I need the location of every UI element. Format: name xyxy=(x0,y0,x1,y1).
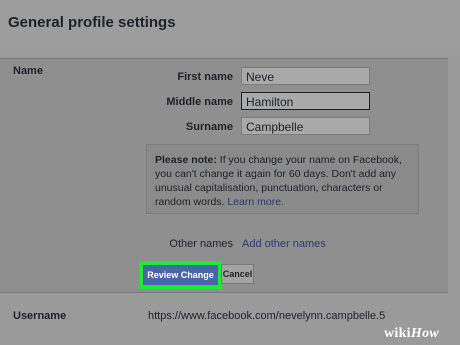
username-label: Username xyxy=(13,310,67,322)
wikihow-watermark: wikiHow xyxy=(384,326,439,342)
name-section-label: Name xyxy=(13,65,43,77)
add-other-names-link[interactable]: Add other names xyxy=(242,238,326,250)
watermark-how: How xyxy=(410,326,440,341)
name-change-note: Please note: If you change your name on … xyxy=(146,144,419,214)
username-value: https://www.facebook.com/nevelynn.campbe… xyxy=(148,310,386,322)
surname-label: Surname xyxy=(185,121,233,133)
watermark-wiki: wiki xyxy=(384,326,411,341)
middle-name-label: Middle name xyxy=(166,96,233,108)
learn-more-link[interactable]: Learn more. xyxy=(227,196,284,208)
note-heading: Please note: xyxy=(155,154,217,166)
settings-header: General profile settings xyxy=(0,0,460,55)
other-names-label: Other names xyxy=(169,238,233,250)
page-title: General profile settings xyxy=(8,14,176,31)
review-change-button[interactable]: Review Change xyxy=(143,265,218,285)
cancel-button[interactable]: Cancel xyxy=(221,264,254,284)
profile-settings-page: General profile settings Name First name… xyxy=(0,0,460,345)
surname-input[interactable]: Campbelle xyxy=(241,117,370,135)
middle-name-input[interactable]: Hamilton xyxy=(241,92,370,110)
first-name-label: First name xyxy=(177,71,233,83)
first-name-input[interactable]: Neve xyxy=(241,67,370,85)
